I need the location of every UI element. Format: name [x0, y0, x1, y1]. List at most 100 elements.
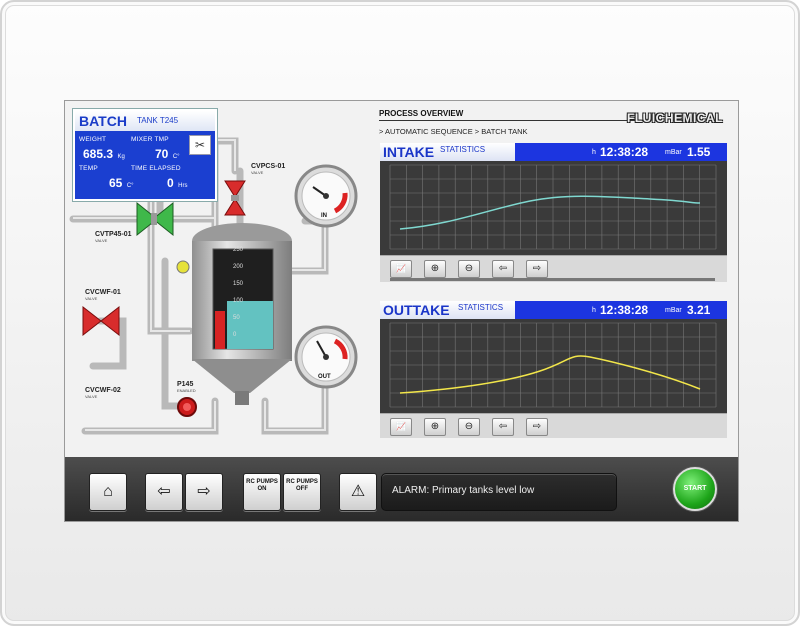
temp-unit: C°: [126, 183, 134, 189]
brand-logo: FLUICHEMICAL: [627, 111, 723, 125]
arrow-right-icon: ⇨: [532, 263, 542, 274]
intake-controls: 📈 ⊕ ⊖ ⇦ ⇨: [380, 255, 727, 282]
intake-plot: [380, 161, 727, 255]
back-button[interactable]: ⇦: [145, 473, 183, 511]
breadcrumb: > AUTOMATIC SEQUENCE > BATCH TANK: [379, 127, 528, 136]
valve-cvcwf1-label: CVCWF-01 VALVE: [85, 289, 121, 301]
tank-scale: 250 200 150 100 50 0: [233, 247, 243, 349]
valve-cvcwf1-sub: VALVE: [85, 296, 98, 301]
mixer-readout: 70 C°: [155, 145, 180, 163]
zoom-out-icon: ⊖: [464, 263, 474, 274]
arrow-left-icon: ⇦: [157, 483, 171, 500]
bottom-toolbar: ⌂ ⇦ ⇨ RC PUMPS ON RC PUMPS OFF ⚠ ALARM: …: [65, 457, 738, 521]
outtake-zoom-in-button[interactable]: ⊕: [424, 418, 446, 436]
gauge-out-label: OUT: [318, 374, 331, 380]
intake-header: INTAKE STATISTICS h 12:38:28 mBar 1.55: [380, 143, 727, 161]
intake-zoom-out-button[interactable]: ⊖: [458, 260, 480, 278]
temp-readout: 65 C°: [109, 174, 134, 192]
temp-value: 65: [109, 176, 123, 190]
weight-label: WEIGHT: [79, 136, 107, 143]
forward-button[interactable]: ⇨: [185, 473, 223, 511]
outtake-header: OUTTAKE STATISTICS h 12:38:28 mBar 3.21: [380, 301, 727, 319]
batch-panel: BATCH TANK T245 WEIGHT 685.3 Kg MIXER TM…: [73, 109, 217, 201]
batch-tank-id: TANK T245: [137, 116, 179, 125]
valve-cvtp-name: CVTP45-01: [95, 231, 132, 238]
outtake-forward-button[interactable]: ⇨: [526, 418, 548, 436]
outtake-title: OUTTAKE: [383, 302, 450, 318]
outtake-chart-button[interactable]: 📈: [390, 418, 412, 436]
rc-pumps-on-button[interactable]: RC PUMPS ON: [243, 473, 281, 511]
valve-cvtp-sub: VALVE: [95, 238, 108, 243]
zoom-in-icon: ⊕: [430, 263, 440, 274]
outtake-zoom-out-button[interactable]: ⊖: [458, 418, 480, 436]
arrow-right-icon: ⇨: [532, 421, 542, 432]
intake-scrollbar[interactable]: [390, 278, 715, 281]
chart-icon: 📈: [396, 422, 406, 431]
tank-scale-250: 250: [233, 247, 244, 253]
gauge-in-label: IN: [321, 213, 327, 219]
intake-h-label: h: [592, 149, 596, 156]
pump-p145[interactable]: [177, 397, 197, 417]
intake-mbar-label: mBar: [665, 149, 682, 156]
pump-name: P145: [177, 381, 194, 388]
tank-scale-50: 50: [233, 315, 240, 321]
process-overview-divider: [379, 120, 639, 121]
weight-readout: 685.3 Kg: [83, 145, 125, 163]
home-icon: ⌂: [103, 483, 113, 500]
weight-value: 685.3: [83, 147, 114, 161]
zoom-out-icon: ⊖: [464, 421, 474, 432]
warning-icon: ⚠: [350, 483, 366, 500]
rc-pumps-off-button[interactable]: RC PUMPS OFF: [283, 473, 321, 511]
pump-label: P145 ENABLED: [177, 381, 196, 393]
start-button[interactable]: START: [673, 467, 717, 511]
tank-scale-100: 100: [233, 298, 244, 304]
zoom-in-icon: ⊕: [430, 421, 440, 432]
alarm-message-box: ALARM: Primary tanks level low: [381, 473, 617, 511]
tools-button[interactable]: ✂: [189, 135, 211, 155]
alarm-message: ALARM: Primary tanks level low: [392, 485, 535, 496]
outtake-controls: 📈 ⊕ ⊖ ⇦ ⇨: [380, 413, 727, 438]
outtake-back-button[interactable]: ⇦: [492, 418, 514, 436]
alarm-button[interactable]: ⚠: [339, 473, 377, 511]
outtake-mbar-label: mBar: [665, 307, 682, 314]
batch-header: BATCH TANK T245: [75, 111, 215, 131]
valve-cvtp-label: CVTP45-01 VALVE: [95, 231, 132, 243]
intake-forward-button[interactable]: ⇨: [526, 260, 548, 278]
weight-unit: Kg: [117, 154, 125, 160]
process-overview-title: PROCESS OVERVIEW: [379, 109, 464, 118]
valve-cvcwf2-label: CVCWF-02 VALVE: [85, 387, 121, 399]
valve-cvpcs-label: CVPCS-01 VALVE: [251, 163, 285, 175]
valve-cvtp45-01[interactable]: [136, 201, 174, 237]
outtake-plot: [380, 319, 727, 413]
intake-back-button[interactable]: ⇦: [492, 260, 514, 278]
hmi-screen: 250 200 150 100 50 0 IN OUT CVPCS-01 VAL…: [64, 100, 739, 522]
level-indicator-light: [176, 260, 190, 274]
tank-scale-0: 0: [233, 332, 237, 338]
tank-scale-200: 200: [233, 264, 244, 270]
intake-title: INTAKE: [383, 144, 435, 160]
outtake-time: 12:38:28: [600, 303, 649, 317]
valve-cvcwf1-name: CVCWF-01: [85, 289, 121, 296]
arrow-left-icon: ⇦: [498, 421, 508, 432]
valve-cvcwf-01[interactable]: [82, 305, 120, 337]
tank-scale-150: 150: [233, 281, 244, 287]
pump-sub: ENABLED: [177, 388, 196, 393]
mixer-value: 70: [155, 147, 169, 161]
batch-title: BATCH: [79, 113, 127, 129]
intake-pressure: 1.55: [687, 145, 711, 159]
intake-zoom-in-button[interactable]: ⊕: [424, 260, 446, 278]
chart-icon: 📈: [396, 264, 406, 273]
arrow-right-icon: ⇨: [197, 483, 211, 500]
arrow-left-icon: ⇦: [498, 263, 508, 274]
valve-cvcwf2-name: CVCWF-02: [85, 387, 121, 394]
home-button[interactable]: ⌂: [89, 473, 127, 511]
mixer-label: MIXER TMP: [131, 136, 169, 143]
elapsed-value: 0: [167, 176, 174, 190]
elapsed-unit: Hrs: [178, 183, 188, 189]
intake-statistics: STATISTICS: [440, 145, 486, 154]
valve-cvpcs-sub: VALVE: [251, 170, 264, 175]
intake-chart-button[interactable]: 📈: [390, 260, 412, 278]
tools-icon: ✂: [194, 138, 206, 152]
intake-tab: INTAKE STATISTICS: [380, 143, 515, 161]
mixer-unit: C°: [172, 154, 180, 160]
